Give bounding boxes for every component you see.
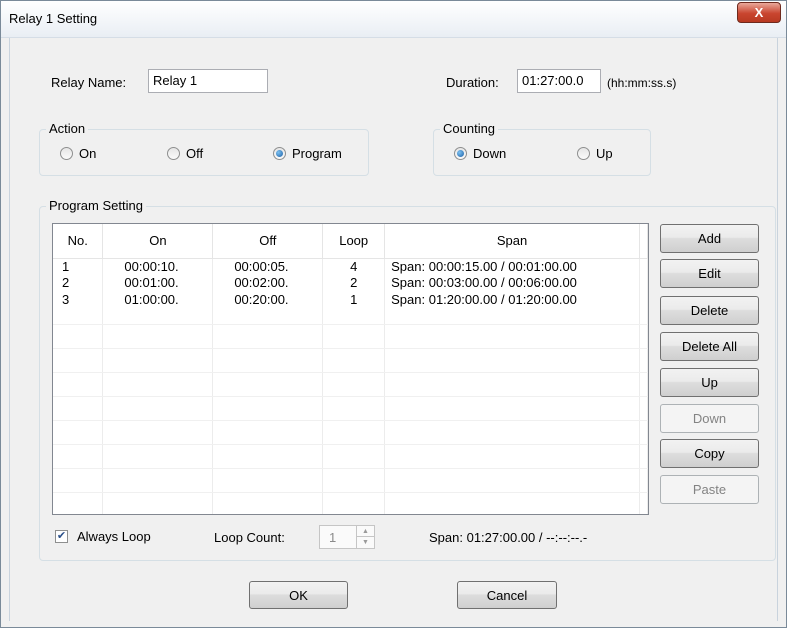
cell-off: 00:02:00. [212, 274, 324, 291]
column-header-off[interactable]: Off [212, 224, 324, 259]
program-list[interactable]: No. On Off Loop Span 1 00:00:10. 00:00:0… [52, 223, 649, 515]
copy-button[interactable]: Copy [660, 439, 759, 468]
action-group: Action On Off Program [39, 121, 369, 176]
table-header-row: No. On Off Loop Span [53, 224, 648, 259]
spin-down-icon[interactable]: ▼ [357, 537, 374, 548]
paste-button[interactable]: Paste [660, 475, 759, 504]
empty-row [53, 372, 648, 397]
column-header-span[interactable]: Span [384, 224, 640, 259]
column-header-filler [639, 224, 648, 259]
action-on-radio[interactable]: On [60, 146, 96, 161]
duration-input[interactable]: 01:27:00.0 [517, 69, 601, 93]
cell-no: 2 [53, 274, 104, 291]
action-on-label: On [79, 146, 97, 161]
column-header-on[interactable]: On [102, 224, 214, 259]
counting-down-label: Down [473, 146, 507, 161]
empty-row [53, 492, 648, 514]
relay-name-label: Relay Name: [51, 75, 127, 90]
loop-count-spinner[interactable]: 1 ▲ ▼ [319, 525, 375, 549]
loop-count-label: Loop Count: [214, 530, 285, 545]
always-loop-checkbox[interactable]: ✔ [55, 530, 68, 543]
relay-name-input[interactable]: Relay 1 [148, 69, 268, 93]
cell-span: Span: 00:03:00.00 / 00:06:00.00 [384, 274, 640, 291]
cell-filler [639, 291, 648, 308]
cell-filler [639, 274, 648, 291]
close-icon: X [754, 5, 764, 20]
empty-row [53, 420, 648, 445]
empty-row [53, 348, 648, 373]
counting-group-label: Counting [440, 121, 499, 136]
radio-indicator-checked [273, 147, 286, 160]
dialog-client-area: Relay Name: Relay 1 Duration: 01:27:00.0… [9, 38, 778, 621]
counting-down-radio[interactable]: Down [454, 146, 506, 161]
cell-off: 00:00:05. [212, 258, 324, 275]
empty-row [53, 468, 648, 493]
table-row[interactable]: 1 00:00:10. 00:00:05. 4 Span: 00:00:15.0… [53, 258, 648, 275]
radio-indicator [577, 147, 590, 160]
relay-setting-dialog: Relay 1 Setting X Relay Name: Relay 1 Du… [0, 0, 787, 628]
duration-format-hint: (hh:mm:ss.s) [607, 76, 677, 90]
empty-row [53, 396, 648, 421]
close-button[interactable]: X [737, 2, 781, 23]
radio-indicator-checked [454, 147, 467, 160]
duration-label: Duration: [446, 75, 499, 90]
spin-up-icon[interactable]: ▲ [357, 526, 374, 537]
cell-loop: 4 [322, 258, 386, 275]
cell-loop: 2 [322, 274, 386, 291]
program-table: No. On Off Loop Span 1 00:00:10. 00:00:0… [53, 224, 648, 514]
table-row[interactable]: 3 01:00:00. 00:20:00. 1 Span: 01:20:00.0… [53, 291, 648, 308]
action-program-radio[interactable]: Program [273, 146, 342, 161]
action-group-label: Action [46, 121, 89, 136]
counting-up-radio[interactable]: Up [577, 146, 613, 161]
edit-button[interactable]: Edit [660, 259, 759, 288]
move-down-button[interactable]: Down [660, 404, 759, 433]
checkmark-icon: ✔ [56, 530, 67, 542]
title-bar: Relay 1 Setting X [1, 1, 786, 38]
delete-all-button[interactable]: Delete All [660, 332, 759, 361]
action-off-label: Off [186, 146, 204, 161]
column-header-no[interactable]: No. [53, 224, 104, 259]
window-title: Relay 1 Setting [9, 11, 98, 26]
move-up-button[interactable]: Up [660, 368, 759, 397]
cell-no: 3 [53, 291, 104, 308]
radio-indicator [60, 147, 73, 160]
counting-up-label: Up [596, 146, 613, 161]
counting-group: Counting Down Up [433, 121, 651, 176]
ok-button[interactable]: OK [249, 581, 348, 609]
program-setting-label: Program Setting [46, 198, 146, 213]
cell-off: 00:20:00. [212, 291, 324, 308]
cell-span: Span: 01:20:00.00 / 01:20:00.00 [384, 291, 640, 308]
total-span-text: Span: 01:27:00.00 / --:--:--.- [429, 530, 588, 545]
cell-loop: 1 [322, 291, 386, 308]
cell-on: 00:00:10. [102, 258, 214, 275]
always-loop-label: Always Loop [77, 529, 151, 544]
add-button[interactable]: Add [660, 224, 759, 253]
cell-on: 00:01:00. [102, 274, 214, 291]
action-off-radio[interactable]: Off [167, 146, 203, 161]
cell-on: 01:00:00. [102, 291, 214, 308]
delete-button[interactable]: Delete [660, 296, 759, 325]
table-row[interactable]: 2 00:01:00. 00:02:00. 2 Span: 00:03:00.0… [53, 274, 648, 291]
loop-count-value: 1 [329, 530, 337, 545]
empty-row [53, 444, 648, 469]
empty-row [53, 324, 648, 349]
radio-indicator [167, 147, 180, 160]
cancel-button[interactable]: Cancel [457, 581, 557, 609]
spinner-arrows: ▲ ▼ [356, 526, 374, 548]
column-header-loop[interactable]: Loop [322, 224, 386, 259]
action-program-label: Program [292, 146, 342, 161]
cell-filler [639, 258, 648, 275]
cell-span: Span: 00:00:15.00 / 00:01:00.00 [384, 258, 640, 275]
cell-no: 1 [53, 258, 104, 275]
empty-row [53, 307, 648, 325]
